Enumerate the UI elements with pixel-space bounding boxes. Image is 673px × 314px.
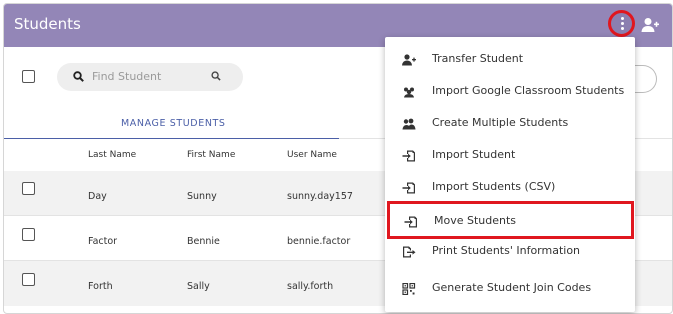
menu-item-label: Import Student — [432, 148, 516, 161]
menu-item-transfer-student[interactable]: Transfer Student — [385, 44, 635, 76]
search-icon — [73, 71, 84, 82]
cell-user-name: sunny.day157 — [287, 191, 353, 202]
qr-code-icon — [402, 283, 416, 295]
cell-first-name: Sunny — [187, 191, 217, 202]
active-tab-indicator — [4, 138, 339, 139]
cell-last-name: Day — [88, 191, 107, 202]
menu-item-label: Move Students — [434, 214, 517, 227]
menu-item-create-multiple[interactable]: Create Multiple Students — [385, 108, 635, 140]
menu-item-label: Print Students' Information — [432, 244, 581, 257]
actions-dropdown-menu: Transfer Student Import Google Classroom… — [385, 37, 635, 312]
import-icon — [402, 150, 415, 162]
cell-last-name: Forth — [88, 281, 113, 292]
page-title: Students — [14, 15, 81, 33]
kebab-menu-icon — [619, 17, 625, 31]
menu-item-label: Create Multiple Students — [432, 116, 569, 129]
cell-user-name: bennie.factor — [287, 236, 351, 247]
menu-item-label: Generate Student Join Codes — [432, 281, 592, 294]
print-export-icon — [403, 246, 416, 258]
cell-first-name: Sally — [187, 281, 210, 292]
add-student-icon[interactable] — [641, 17, 659, 33]
cell-last-name: Factor — [88, 236, 118, 247]
kebab-menu-button[interactable] — [608, 10, 635, 37]
import-csv-icon — [402, 182, 415, 194]
menu-item-print-info[interactable]: Print Students' Information — [385, 236, 635, 268]
menu-item-generate-join-codes[interactable]: Generate Student Join Codes — [385, 273, 635, 305]
row-checkbox[interactable] — [22, 182, 35, 195]
menu-item-import-google-classroom[interactable]: Import Google Classroom Students — [385, 76, 635, 108]
menu-item-label: Import Google Classroom Students — [432, 84, 625, 97]
column-header-first-name[interactable]: First Name — [187, 150, 235, 160]
menu-item-label: Import Students (CSV) — [432, 180, 556, 193]
menu-item-import-student[interactable]: Import Student — [385, 140, 635, 172]
column-header-last-name[interactable]: Last Name — [88, 150, 136, 160]
row-checkbox[interactable] — [22, 228, 35, 241]
menu-item-label: Transfer Student — [432, 52, 524, 65]
menu-item-move-students[interactable]: Move Students — [387, 201, 634, 239]
search-input[interactable]: Find Student — [57, 63, 243, 91]
search-submit-icon[interactable] — [211, 71, 221, 81]
select-all-checkbox[interactable] — [22, 70, 35, 83]
search-placeholder: Find Student — [92, 70, 162, 83]
transfer-person-icon — [402, 54, 416, 66]
row-checkbox[interactable] — [22, 273, 35, 286]
cell-user-name: sally.forth — [287, 281, 334, 292]
menu-item-import-csv[interactable]: Import Students (CSV) — [385, 172, 635, 204]
tab-manage-students[interactable]: MANAGE STUDENTS — [121, 118, 226, 129]
move-icon — [404, 216, 417, 228]
column-header-user-name[interactable]: User Name — [287, 150, 337, 160]
group-import-icon — [404, 87, 414, 98]
group-add-icon — [402, 118, 416, 130]
cell-first-name: Bennie — [187, 236, 220, 247]
